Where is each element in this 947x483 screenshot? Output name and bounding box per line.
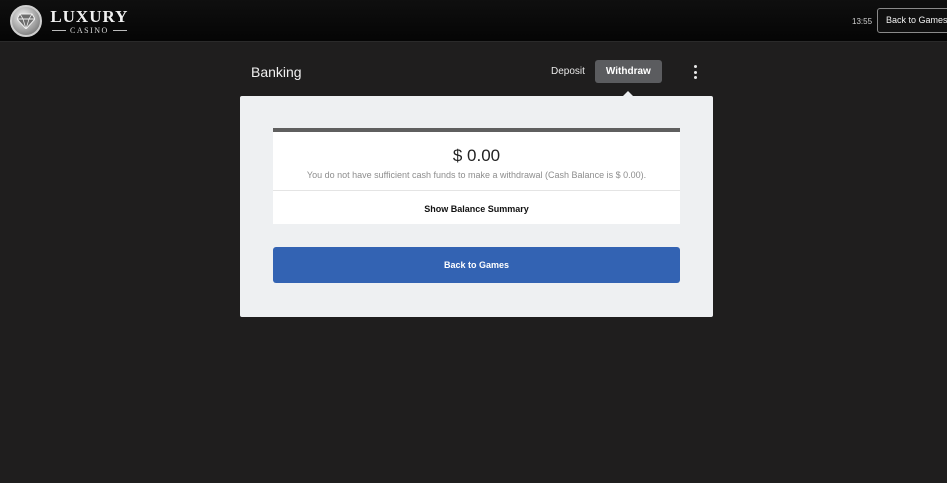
tab-deposit[interactable]: Deposit xyxy=(543,60,593,83)
show-balance-summary-link[interactable]: Show Balance Summary xyxy=(273,204,680,214)
dot xyxy=(693,70,697,74)
balance-card: $ 0.00 You do not have sufficient cash f… xyxy=(273,128,680,224)
dot xyxy=(693,76,697,79)
diamond-emblem-icon xyxy=(10,5,42,37)
page-title: Banking xyxy=(251,64,302,80)
banking-tabs: Deposit Withdraw xyxy=(543,60,662,83)
withdraw-amount: $ 0.00 xyxy=(452,146,501,165)
vertical-dots-icon[interactable] xyxy=(690,65,700,79)
withdraw-panel: $ 0.00 You do not have sufficient cash f… xyxy=(240,96,713,317)
logo-wordmark: LUXURY CASINO xyxy=(48,8,131,35)
divider xyxy=(273,190,680,191)
top-bar: LUXURY CASINO 13:55 Back to Games xyxy=(0,0,947,42)
logo-sub-text: CASINO xyxy=(48,26,131,35)
dot xyxy=(693,65,697,68)
insufficient-funds-message: You do not have sufficient cash funds to… xyxy=(306,170,647,180)
logo-main-text: LUXURY xyxy=(50,6,129,26)
header-back-to-games-button[interactable]: Back to Games xyxy=(877,8,947,33)
tab-withdraw[interactable]: Withdraw xyxy=(594,60,662,83)
back-to-games-button[interactable]: Back to Games xyxy=(273,247,680,283)
clock: 13:55 xyxy=(852,17,873,26)
casino-logo[interactable]: LUXURY CASINO xyxy=(10,4,131,38)
